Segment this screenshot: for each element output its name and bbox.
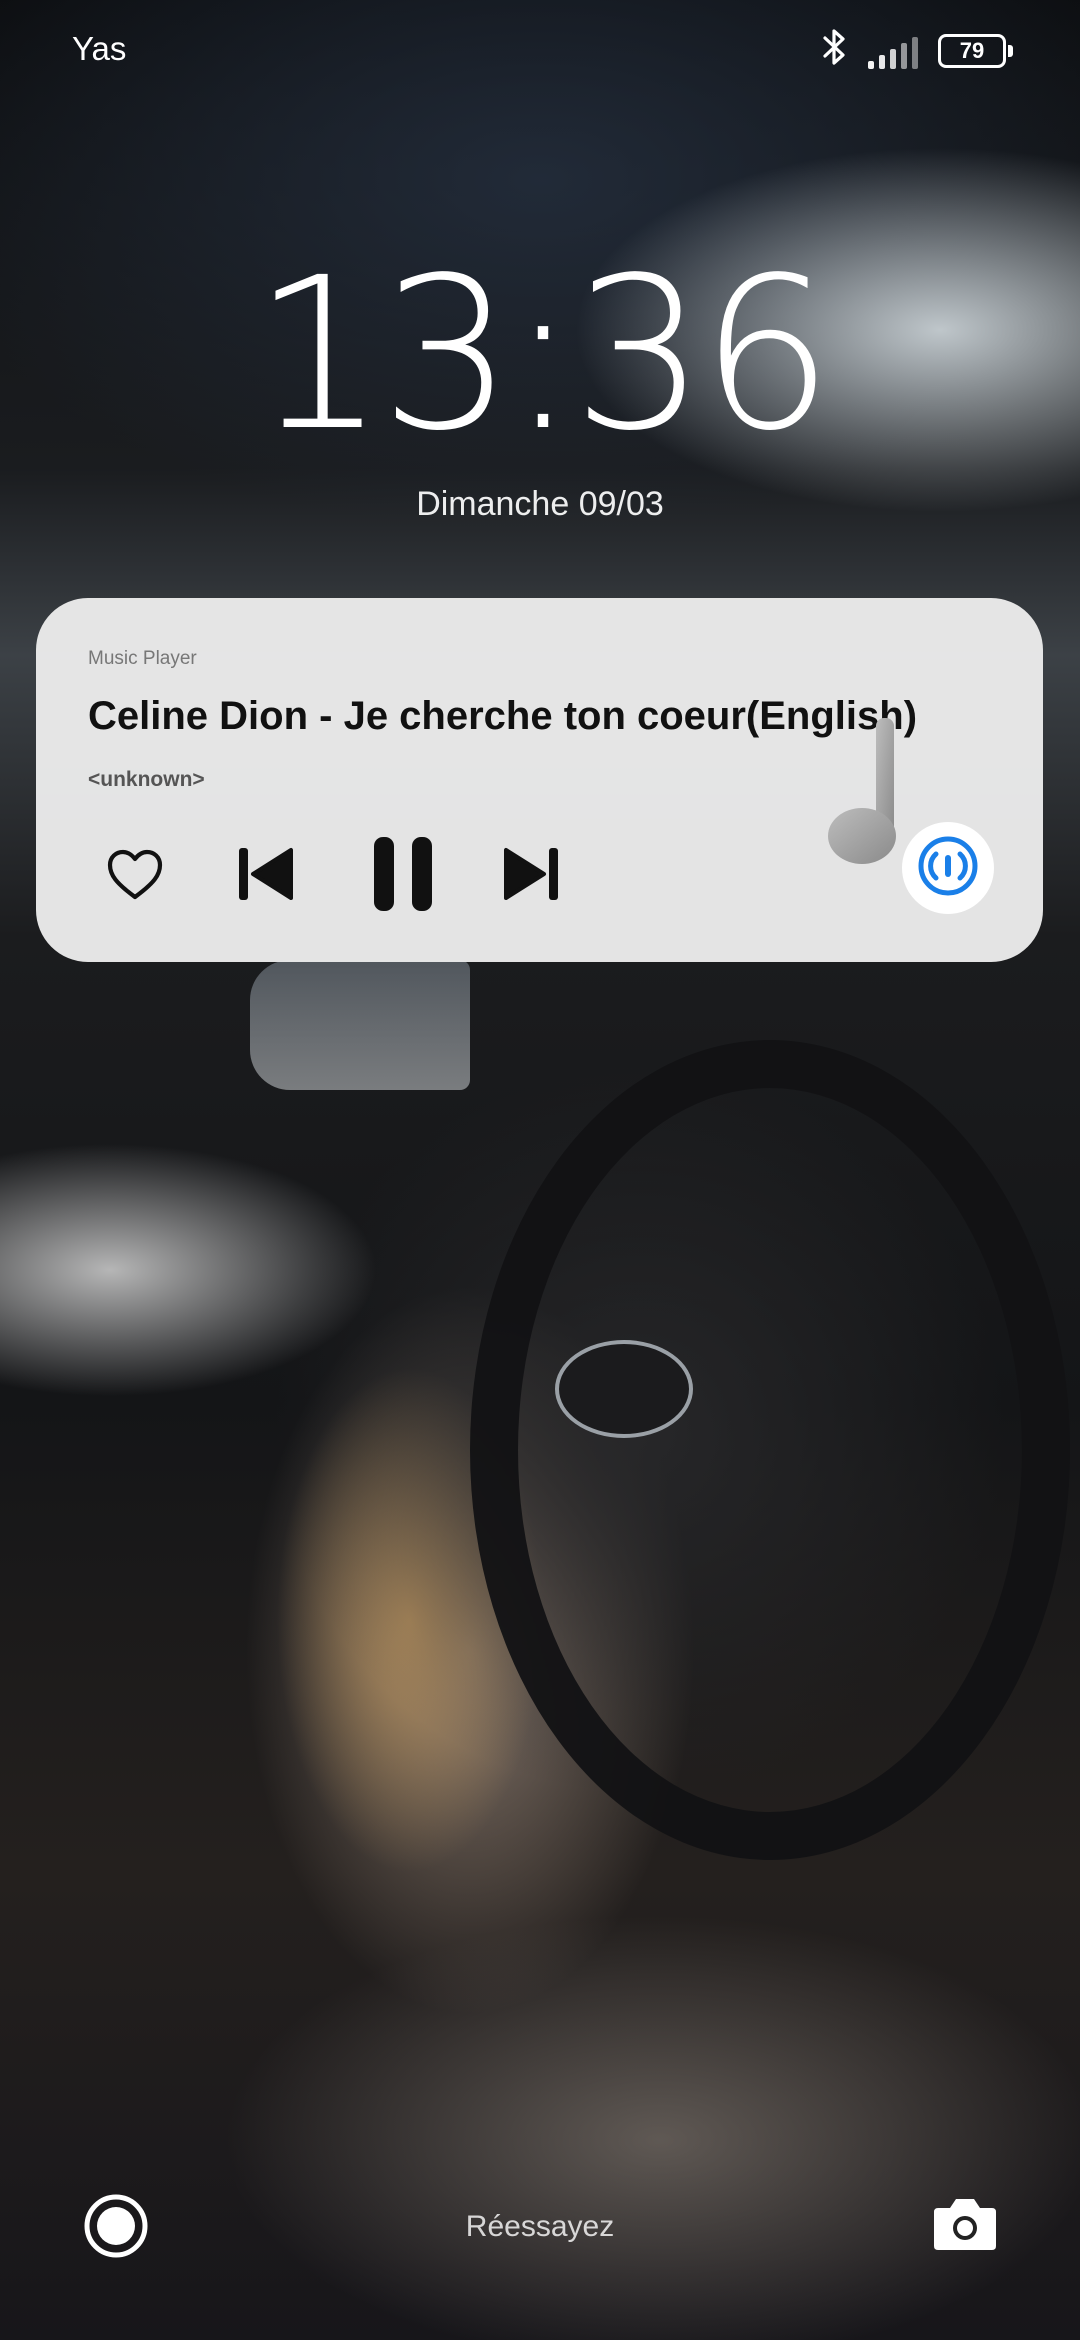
retry-text: Réessayez	[465, 2210, 615, 2243]
music-player-widget[interactable]: Music Player Celine Dion - Je cherche to…	[36, 598, 1043, 962]
bluetooth-icon	[822, 28, 848, 74]
heart-icon[interactable]	[100, 845, 170, 905]
next-track-icon[interactable]	[496, 841, 566, 907]
track-artist: <unknown>	[88, 768, 205, 791]
camera-icon[interactable]	[932, 2194, 998, 2252]
wallpaper-steering-wheel	[470, 1040, 1070, 1860]
audio-output-button[interactable]	[902, 822, 994, 914]
lockscreen-date: Dimanche 09/03	[416, 485, 664, 523]
battery-indicator: 79	[938, 34, 1013, 68]
battery-level: 79	[959, 38, 985, 63]
previous-track-icon[interactable]	[231, 841, 301, 907]
wallpaper-car-window	[250, 960, 470, 1090]
lockscreen-clock: 13:36	[252, 232, 833, 477]
audio-output-icon	[916, 834, 980, 903]
wallpaper-wheel-hub	[555, 1340, 693, 1438]
signal-strength-icon	[868, 33, 918, 69]
status-bar: Yas 79	[0, 0, 1080, 100]
track-title: Celine Dion - Je cherche ton coeur(Engli…	[88, 694, 918, 738]
music-app-name: Music Player	[88, 648, 197, 669]
lockscreen-bottom-bar: Réessayez	[0, 2170, 1080, 2290]
status-icons: 79	[822, 28, 1013, 74]
pause-icon[interactable]	[358, 829, 448, 919]
playback-controls	[36, 823, 1043, 923]
carrier-name: Yas	[72, 30, 127, 67]
